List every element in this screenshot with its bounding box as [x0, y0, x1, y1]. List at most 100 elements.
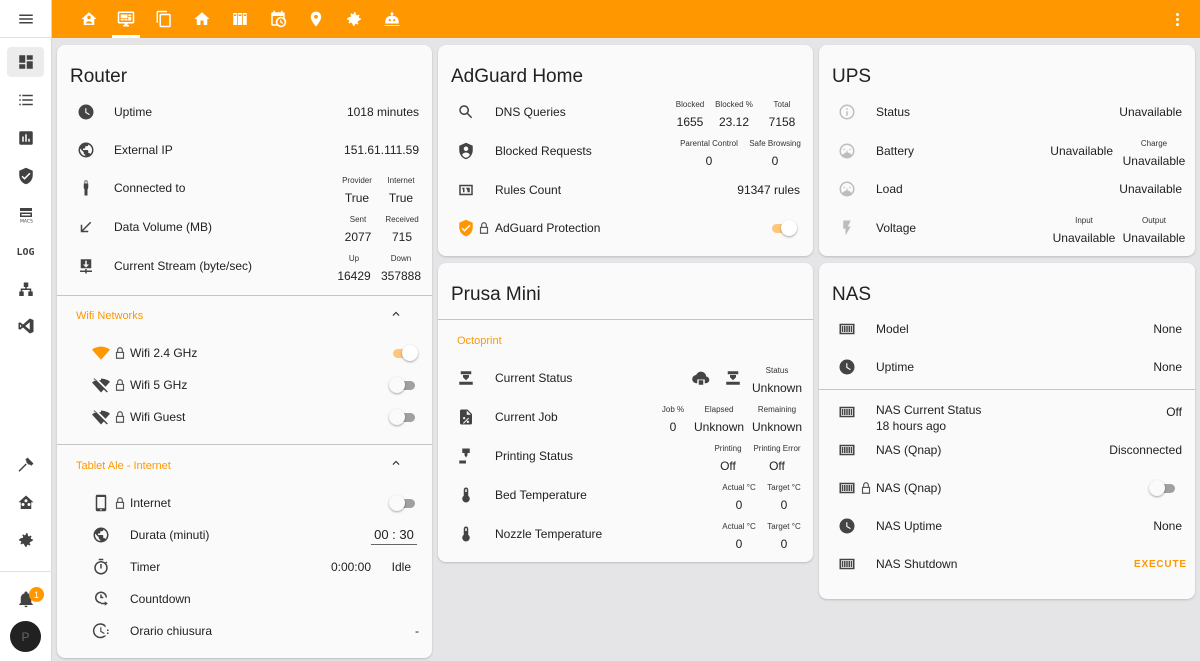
ups-voltage-row[interactable]: Voltage Input Unavailable Output Unavailab…: [819, 210, 1195, 246]
shield-check-icon: [18, 167, 33, 185]
router-card: Router Uptime 1018 minutes External IP 1…: [57, 45, 432, 658]
sitemap-icon: [18, 282, 33, 296]
timer-time: 0:00:00: [330, 560, 371, 574]
nas-current-status-row[interactable]: NAS Current Status 18 hours ago Off: [819, 394, 1195, 433]
sidebar-item-list[interactable]: [7, 85, 44, 115]
remaining-attribute: Remaining Unknown: [751, 405, 803, 434]
sidebar-item-settings[interactable]: [7, 525, 44, 555]
durata-row[interactable]: Durata (minuti) 00 : 30: [57, 517, 432, 553]
row-value: Unavailable: [1050, 144, 1113, 158]
row-label: Uptime: [876, 360, 915, 374]
sidebar-item-adguard[interactable]: [7, 161, 44, 191]
durata-time-input[interactable]: 00 : 30: [371, 527, 417, 545]
server-icon: [233, 13, 247, 25]
timer-row[interactable]: Timer 0:00:00 Idle: [57, 549, 432, 585]
row-label: DNS Queries: [495, 105, 566, 119]
tab-monitor-dashboard[interactable]: [115, 8, 137, 30]
wifi-24-toggle[interactable]: [391, 345, 418, 361]
wifi-guest-row[interactable]: Wifi Guest: [57, 399, 432, 435]
svg-text:MACS: MACS: [20, 218, 33, 223]
top-bar: [52, 0, 1200, 38]
ups-battery-row[interactable]: Battery Unavailable Charge Unavailable: [819, 133, 1195, 169]
adguard-protection-row[interactable]: AdGuard Protection: [438, 210, 813, 246]
tab-server[interactable]: [229, 8, 251, 30]
router-stream-row[interactable]: Current Stream (byte/sec) Up 16429 Down 35…: [57, 248, 432, 284]
wifi-24-row[interactable]: Wifi 2.4 GHz: [57, 335, 432, 371]
tab-settings[interactable]: [343, 8, 365, 30]
arrow-bottom-left-icon: [77, 218, 95, 236]
nozzle-temperature-row[interactable]: Nozzle Temperature Actual °C 0 Target °C 0: [438, 516, 813, 552]
nas-uptime-row[interactable]: Uptime None: [819, 349, 1195, 385]
nas-qnap-toggle[interactable]: [1149, 480, 1175, 496]
more-options-button[interactable]: [1168, 10, 1186, 28]
shield-check-icon: [457, 219, 475, 237]
nas-shutdown-row[interactable]: NAS Shutdown EXECUTE: [819, 546, 1195, 582]
sidebar-item-network[interactable]: [7, 275, 44, 305]
ups-load-row[interactable]: Load Unavailable: [819, 171, 1195, 207]
tablet-internet-toggle[interactable]: [389, 495, 415, 511]
tab-calendar[interactable]: [267, 8, 289, 30]
sidebar-item-history[interactable]: [7, 123, 44, 153]
orario-row[interactable]: Orario chiusura -: [57, 613, 432, 649]
rules-count-row[interactable]: Rules Count 91347 rules: [438, 172, 813, 208]
row-label: Model: [876, 322, 909, 336]
bed-temperature-row[interactable]: Bed Temperature Actual °C 0 Target °C 0: [438, 477, 813, 513]
robot-icon: [384, 12, 400, 26]
blocked-requests-row[interactable]: Blocked Requests Parental Control 0 Safe …: [438, 133, 813, 169]
card-title: Router: [70, 66, 128, 87]
ups-card: UPS Status Unavailable Battery Unavailab…: [819, 45, 1195, 256]
printing-status-row[interactable]: Printing Status Printing Off Printing Err…: [438, 438, 813, 474]
file-percent-icon: [457, 408, 475, 426]
sent-attribute: Sent 2077: [344, 215, 372, 244]
calendar-clock-icon: [271, 10, 287, 28]
current-job-row[interactable]: Current Job Job % 0 Elapsed Unknown Remain…: [438, 399, 813, 435]
row-secondary: 18 hours ago: [876, 419, 947, 433]
sidebar-item-home-assistant[interactable]: [7, 488, 44, 518]
nas-uptime-2-row[interactable]: NAS Uptime None: [819, 508, 1195, 544]
router-data-volume-row[interactable]: Data Volume (MB) Sent 2077 Received 715: [57, 209, 432, 245]
sidebar-item-developer-tools[interactable]: [7, 450, 44, 480]
nas-qnap-row[interactable]: NAS (Qnap) Disconnected: [819, 432, 1195, 468]
tab-map[interactable]: [305, 8, 327, 30]
tab-home[interactable]: [191, 8, 213, 30]
router-uptime-row[interactable]: Uptime 1018 minutes: [57, 94, 432, 130]
wifi-guest-toggle[interactable]: [389, 409, 415, 425]
nas-icon: [838, 403, 856, 421]
tablet-internet-row[interactable]: Internet: [57, 485, 432, 521]
wifi-5-row[interactable]: Wifi 5 GHz: [57, 367, 432, 403]
dns-queries-row[interactable]: DNS Queries Blocked 1655 Blocked % 23.12 T…: [438, 94, 813, 130]
sidebar-item-macs[interactable]: MACS: [7, 199, 44, 229]
chart-box-icon: [18, 131, 33, 145]
notification-badge: 1: [29, 587, 44, 602]
down-attribute: Down 357888: [380, 254, 422, 283]
row-label: Load: [876, 182, 903, 196]
nas-model-row[interactable]: Model None: [819, 311, 1195, 347]
actual-attribute: Actual °C 0: [722, 522, 756, 551]
tab-copy[interactable]: [153, 8, 175, 30]
ups-status-row[interactable]: Status Unavailable: [819, 94, 1195, 130]
total-attribute: Total 7158: [768, 100, 796, 129]
adguard-protection-toggle[interactable]: [770, 220, 797, 236]
sidebar-item-log[interactable]: LOG: [7, 237, 44, 267]
thermometer-icon: [457, 525, 475, 543]
chevron-up-icon[interactable]: [389, 307, 403, 321]
sidebar-divider: [0, 571, 52, 572]
sidebar-item-dashboard[interactable]: [7, 47, 44, 77]
chevron-up-icon[interactable]: [389, 456, 403, 470]
avatar[interactable]: P: [10, 621, 41, 652]
tab-robot[interactable]: [381, 8, 403, 30]
nas-qnap-switch-row[interactable]: NAS (Qnap): [819, 470, 1195, 506]
router-connected-row[interactable]: Connected to Provider True Internet True: [57, 170, 432, 206]
sidebar-item-vscode[interactable]: [7, 311, 44, 341]
wifi-5-toggle[interactable]: [389, 377, 415, 393]
router-external-ip-row[interactable]: External IP 151.61.111.59: [57, 132, 432, 168]
menu-button[interactable]: [0, 0, 52, 38]
safe-browsing-attribute: Safe Browsing 0: [749, 139, 801, 168]
tab-home-account[interactable]: [78, 8, 100, 30]
execute-button[interactable]: EXECUTE: [1134, 559, 1187, 570]
current-status-row[interactable]: Current Status Status Unknown: [438, 360, 813, 396]
lock-icon: [113, 378, 127, 392]
hammer-icon: [18, 457, 33, 472]
countdown-row[interactable]: Countdown: [57, 581, 432, 617]
row-label: NAS Uptime: [876, 519, 943, 533]
